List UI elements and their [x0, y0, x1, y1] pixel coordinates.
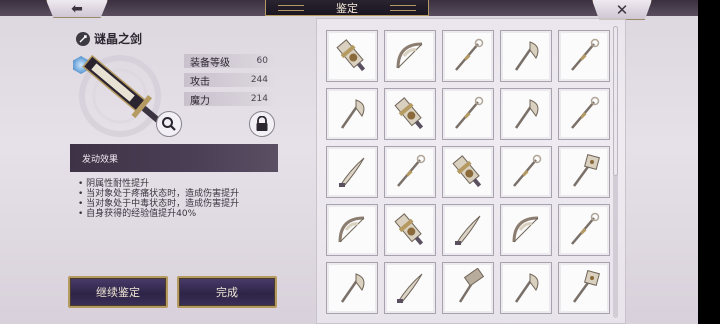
hammer-icon [458, 268, 485, 303]
effect-item: 当对象处于疼痛状态时，造成伤害提升 [78, 189, 288, 199]
axe-icon [340, 273, 365, 303]
inspect-button[interactable] [156, 111, 182, 137]
weapon-slot[interactable] [500, 204, 552, 256]
spear-icon [455, 96, 484, 129]
weapon-slot[interactable] [384, 146, 436, 198]
close-icon: ✕ [615, 0, 629, 19]
gauntlet-icon [394, 213, 424, 246]
weapon-slot[interactable] [326, 30, 378, 82]
weapon-slot[interactable] [326, 262, 378, 314]
weapon-slot[interactable] [500, 88, 552, 140]
weapon-slot[interactable] [326, 88, 378, 140]
weapon-slot[interactable] [500, 146, 552, 198]
stat-label: 魔力 [190, 95, 210, 107]
spear-icon [571, 38, 600, 71]
effect-item: 当对象处于中毒状态时，造成伤害提升 [78, 199, 288, 209]
spear-icon [455, 38, 484, 71]
sword-icon [76, 31, 90, 46]
gauntlet-icon [452, 155, 482, 188]
grid-scrollbar[interactable] [613, 26, 618, 318]
weapon-slot[interactable] [558, 88, 610, 140]
magnifier-icon [162, 117, 176, 131]
axe-icon [514, 273, 539, 303]
gauntlet-icon [394, 97, 424, 130]
bow-icon [396, 42, 423, 69]
weapon-slot[interactable] [442, 30, 494, 82]
mace-icon [572, 154, 600, 187]
continue-identify-button[interactable]: 继续鉴定 [68, 276, 168, 308]
axe-icon [514, 99, 539, 129]
weapon-slot[interactable] [558, 262, 610, 314]
weapon-slot[interactable] [558, 30, 610, 82]
weapon-slot[interactable] [442, 204, 494, 256]
page-title: 鉴定 [265, 0, 429, 16]
stat-attack: 攻击 244 [184, 73, 276, 88]
spear-icon [571, 96, 600, 129]
back-button[interactable]: ⬅ [46, 0, 108, 18]
stat-label: 装备等级 [190, 57, 230, 69]
axe-icon [514, 41, 539, 71]
weapon-slot[interactable] [384, 262, 436, 314]
scroll-thumb[interactable] [613, 26, 618, 176]
weapon-slot[interactable] [558, 146, 610, 198]
blade-icon [455, 215, 481, 245]
gauntlet-icon [336, 39, 366, 72]
spear-icon [513, 154, 542, 187]
weapon-slot[interactable] [442, 146, 494, 198]
bow-icon [512, 216, 539, 243]
effect-item: 阴属性耐性提升 [78, 179, 288, 189]
weapon-slot[interactable] [384, 30, 436, 82]
weapon-grid [326, 30, 610, 314]
weapon-slot[interactable] [442, 88, 494, 140]
bow-icon [338, 216, 365, 243]
weapon-slot[interactable] [500, 30, 552, 82]
identify-screen: ⬅ 鉴定 ✕ 谜晶之剑 装备等级 60 攻击 244 魔力 214 发动效果 •… [0, 0, 720, 324]
effect-item: 自身获得的经验值提升40% [78, 209, 288, 219]
stat-magic: 魔力 214 [184, 92, 276, 107]
stat-label: 攻击 [190, 76, 210, 88]
effects-header: 发动效果 [70, 144, 278, 172]
stat-value: 244 [250, 75, 268, 85]
blade-icon [339, 157, 365, 187]
weapon-slot[interactable] [326, 204, 378, 256]
weapon-slot[interactable] [326, 146, 378, 198]
effects-list: 阴属性耐性提升 当对象处于疼痛状态时，造成伤害提升 当对象处于中毒状态时，造成伤… [78, 179, 288, 219]
item-name: 谜晶之剑 [94, 32, 143, 46]
lock-icon [256, 116, 268, 131]
spear-icon [397, 154, 426, 187]
back-arrow-icon: ⬅ [71, 0, 83, 17]
stat-equip-level: 装备等级 60 [184, 54, 276, 69]
stat-value: 214 [250, 94, 268, 104]
weapon-slot[interactable] [500, 262, 552, 314]
weapon-slot[interactable] [442, 262, 494, 314]
screen-edge [698, 0, 720, 324]
blade-icon [397, 273, 423, 303]
axe-icon [340, 99, 365, 129]
stat-value: 60 [256, 56, 268, 66]
weapon-slot[interactable] [384, 88, 436, 140]
done-button[interactable]: 完成 [177, 276, 277, 308]
weapon-slot[interactable] [558, 204, 610, 256]
weapon-slot[interactable] [384, 204, 436, 256]
mace-icon [572, 270, 600, 303]
spear-icon [571, 212, 600, 245]
lock-button[interactable] [249, 111, 275, 137]
item-name-row: 谜晶之剑 [76, 30, 142, 47]
close-button[interactable]: ✕ [592, 0, 652, 20]
